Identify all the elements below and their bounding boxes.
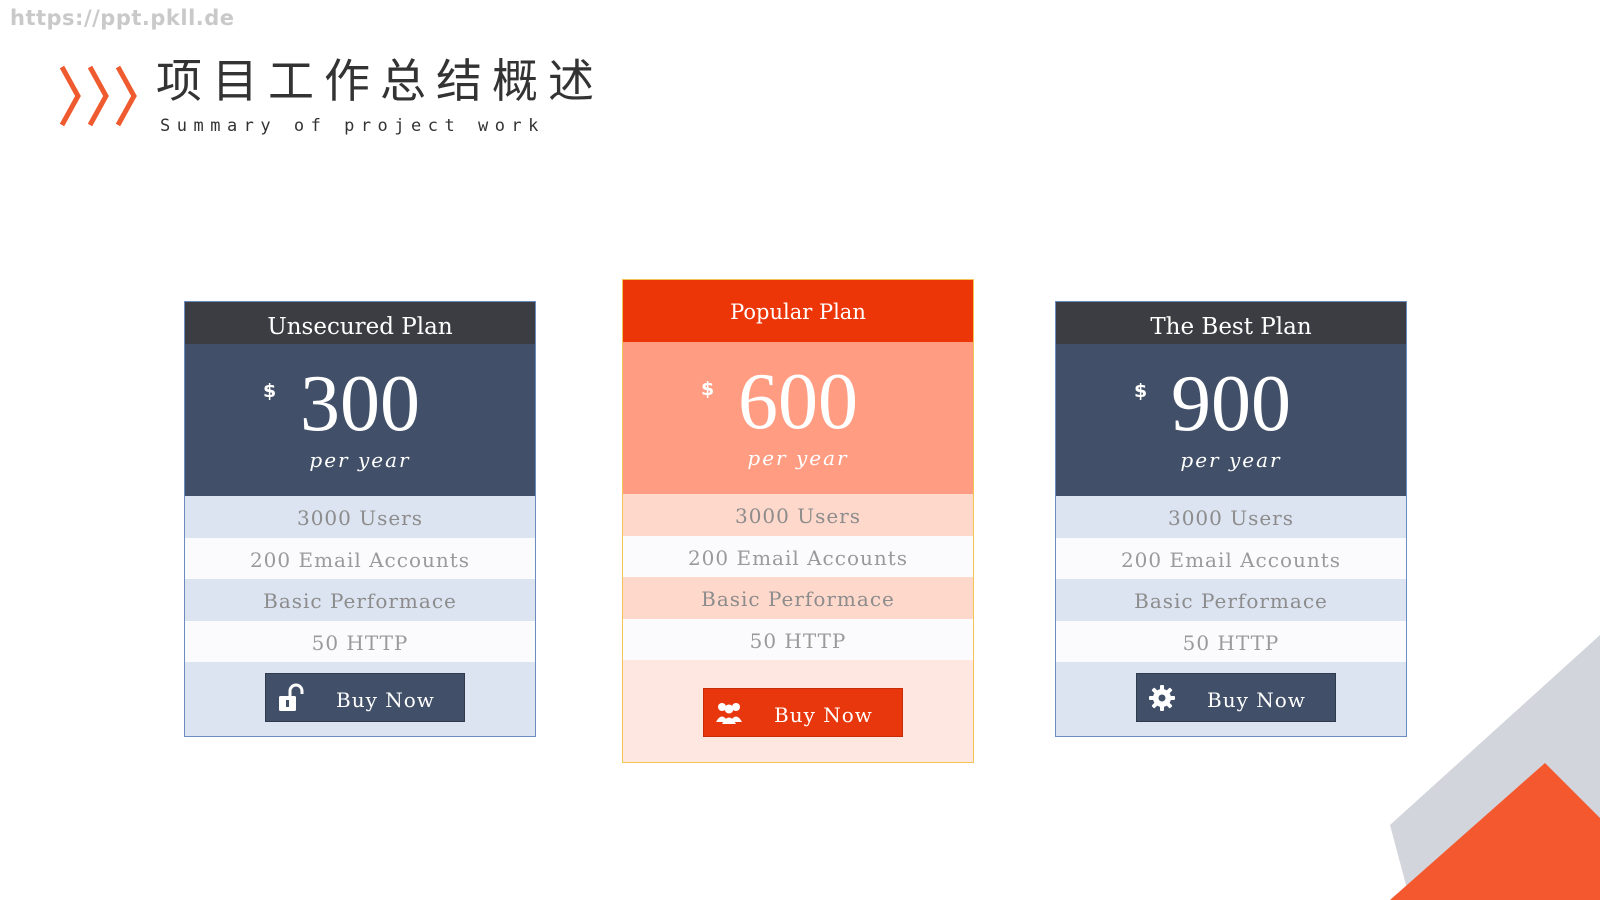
- price-value: 900: [1171, 360, 1291, 448]
- page-subtitle: Summary of project work: [160, 116, 545, 136]
- watermark-url: https://ppt.pkll.de: [10, 6, 235, 30]
- price-value: 600: [738, 358, 858, 446]
- buy-now-button[interactable]: Buy Now: [1136, 673, 1336, 722]
- unlock-icon: [279, 683, 304, 711]
- feature-item: 3000 Users: [1056, 496, 1406, 538]
- feature-item: 50 HTTP: [623, 618, 973, 660]
- price-period: per year: [309, 448, 411, 472]
- buy-now-label: Buy Now: [336, 688, 435, 712]
- users-icon: [716, 703, 742, 724]
- gear-icon: [1149, 685, 1175, 711]
- buy-now-button[interactable]: Buy Now: [703, 688, 903, 737]
- feature-list: 3000 Users 200 Email Accounts Basic Perf…: [1056, 496, 1406, 662]
- feature-item: Basic Performace: [623, 577, 973, 619]
- feature-item: 200 Email Accounts: [185, 537, 535, 579]
- price-value: 300: [300, 360, 420, 448]
- price-block: $ 900 per year: [1056, 344, 1406, 496]
- price-period: per year: [1180, 448, 1282, 472]
- feature-item: 50 HTTP: [185, 620, 535, 662]
- price-period: per year: [747, 446, 849, 470]
- buy-now-button[interactable]: Buy Now: [265, 673, 465, 722]
- feature-item: Basic Performace: [185, 579, 535, 621]
- plan-name: The Best Plan: [1056, 302, 1406, 344]
- plan-name: Unsecured Plan: [185, 302, 535, 344]
- grey-triangle-shape: [1390, 635, 1600, 900]
- buy-now-label: Buy Now: [774, 703, 873, 727]
- feature-item: Basic Performace: [1056, 579, 1406, 621]
- buy-now-label: Buy Now: [1207, 688, 1306, 712]
- feature-item: 3000 Users: [623, 494, 973, 536]
- pricing-card-unsecured: Unsecured Plan $ 300 per year 3000 Users…: [184, 301, 536, 737]
- chevron-arrows-icon: [59, 65, 137, 127]
- pricing-card-popular: Popular Plan $ 600 per year 3000 Users 2…: [622, 279, 974, 763]
- feature-item: 200 Email Accounts: [1056, 537, 1406, 579]
- page-title: 项目工作总结概述: [156, 54, 604, 108]
- price-block: $ 300 per year: [185, 344, 535, 496]
- feature-list: 3000 Users 200 Email Accounts Basic Perf…: [185, 496, 535, 662]
- pricing-card-best: The Best Plan $ 900 per year 3000 Users …: [1055, 301, 1407, 737]
- feature-item: 50 HTTP: [1056, 620, 1406, 662]
- feature-item: 200 Email Accounts: [623, 535, 973, 577]
- orange-triangle-shape: [1390, 763, 1600, 900]
- plan-name: Popular Plan: [623, 280, 973, 342]
- feature-list: 3000 Users 200 Email Accounts Basic Perf…: [623, 494, 973, 660]
- feature-item: 3000 Users: [185, 496, 535, 538]
- price-block: $ 600 per year: [623, 342, 973, 494]
